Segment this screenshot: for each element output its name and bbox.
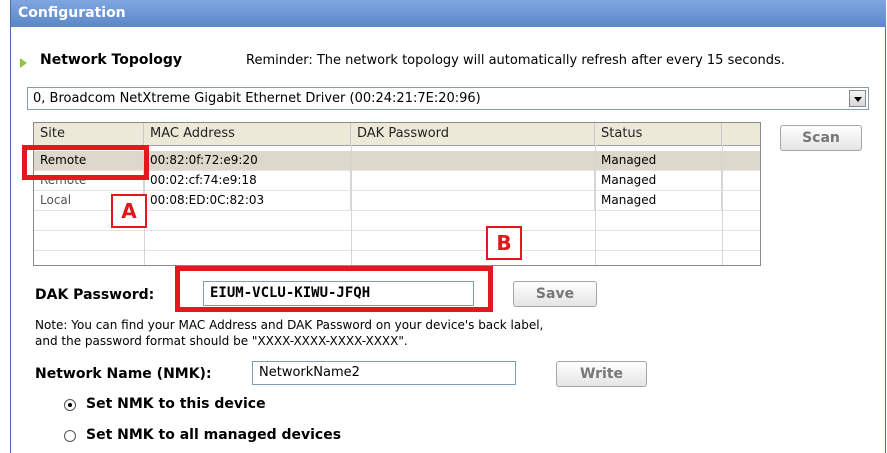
refresh-reminder: Reminder: The network topology will auto… xyxy=(246,53,785,68)
callout-a: A xyxy=(111,194,147,228)
cell-dak xyxy=(351,151,595,170)
cell-mac: 00:08:ED:0C:82:03 xyxy=(144,191,351,210)
chevron-down-icon[interactable] xyxy=(849,90,866,107)
column-header-spare xyxy=(722,123,760,145)
panel-title: Configuration xyxy=(11,0,886,27)
column-header-dak[interactable]: DAK Password xyxy=(351,123,595,145)
table-row-empty xyxy=(34,251,760,265)
save-button[interactable]: Save xyxy=(513,281,597,307)
column-divider xyxy=(595,145,596,265)
cell-mac: 00:82:0f:72:e9:20 xyxy=(144,151,351,170)
note-line-2: and the password format should be "XXXX-… xyxy=(35,334,408,348)
cell-mac: 00:02:cf:74:e9:18 xyxy=(144,171,351,190)
dak-password-label: DAK Password: xyxy=(35,287,155,303)
scan-button[interactable]: Scan xyxy=(780,125,862,151)
column-divider xyxy=(351,145,352,265)
dak-note: Note: You can find your MAC Address and … xyxy=(35,317,735,349)
callout-b: B xyxy=(486,226,522,260)
radio-all-devices-label[interactable]: Set NMK to all managed devices xyxy=(86,427,341,443)
adapter-select[interactable]: 0, Broadcom NetXtreme Gigabit Ethernet D… xyxy=(27,87,869,110)
radio-all-devices[interactable] xyxy=(64,430,76,442)
cell-status: Managed xyxy=(595,191,722,210)
radio-this-device[interactable] xyxy=(64,399,76,411)
cell-dak xyxy=(351,171,595,190)
column-header-site[interactable]: Site xyxy=(34,123,144,145)
column-header-status[interactable]: Status xyxy=(595,123,722,145)
column-header-mac[interactable]: MAC Address xyxy=(144,123,351,145)
table-header: Site MAC Address DAK Password Status xyxy=(34,123,760,146)
arrow-right-icon xyxy=(20,58,27,68)
cell-dak xyxy=(351,191,595,210)
note-line-1: Note: You can find your MAC Address and … xyxy=(35,318,544,332)
network-topology-title: Network Topology xyxy=(40,52,183,68)
cell-status: Managed xyxy=(595,171,722,190)
highlight-box-a xyxy=(22,145,149,180)
cell-status: Managed xyxy=(595,151,722,170)
radio-this-device-label[interactable]: Set NMK to this device xyxy=(86,396,266,412)
table-row-empty xyxy=(34,231,760,251)
write-button[interactable]: Write xyxy=(556,361,647,387)
adapter-select-value: 0, Broadcom NetXtreme Gigabit Ethernet D… xyxy=(33,91,481,106)
highlight-box-b xyxy=(175,266,493,312)
column-divider xyxy=(722,145,723,265)
nmk-input[interactable]: NetworkName2 xyxy=(252,361,516,385)
nmk-label: Network Name (NMK): xyxy=(35,366,212,382)
